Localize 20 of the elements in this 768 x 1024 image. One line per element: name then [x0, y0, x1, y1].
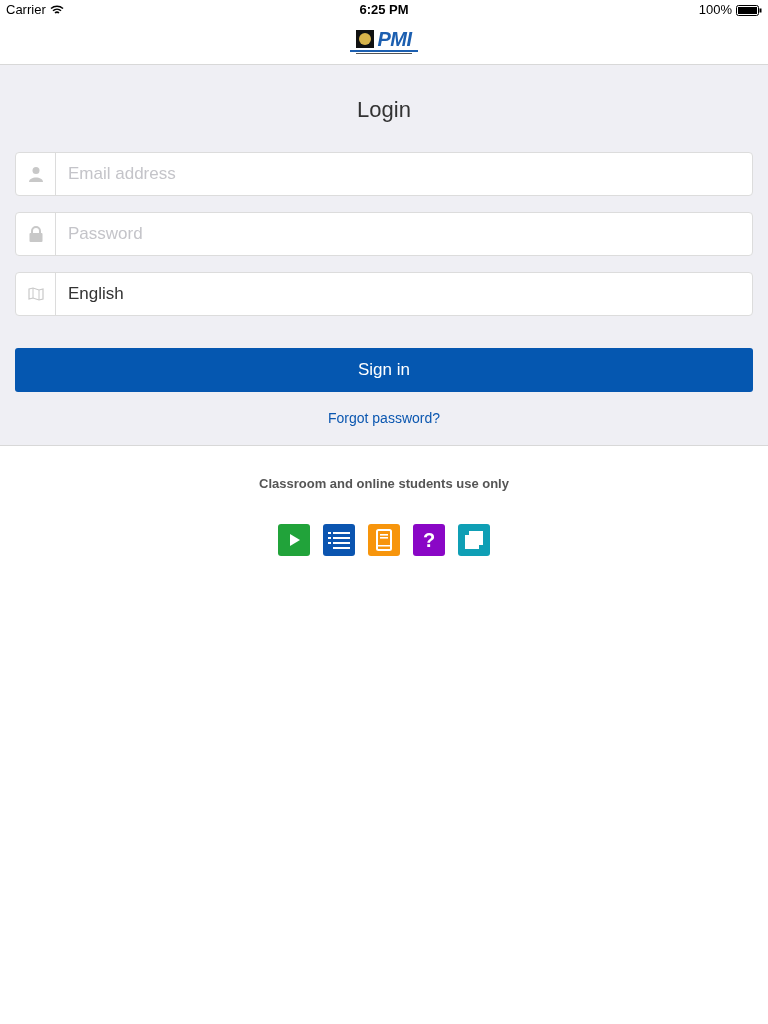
wifi-icon: [49, 5, 64, 15]
windows-icon[interactable]: [458, 523, 490, 556]
help-icon[interactable]: ?: [413, 523, 445, 556]
play-icon[interactable]: [278, 523, 310, 556]
clock: 6:25 PM: [359, 1, 409, 20]
user-icon: [28, 166, 43, 182]
carrier-label: Carrier: [6, 1, 46, 20]
list-icon[interactable]: [323, 523, 355, 556]
logo: PMI: [348, 29, 420, 55]
language-value: English: [67, 283, 125, 306]
book-icon[interactable]: [368, 523, 400, 556]
usage-note: Classroom and online students use only: [259, 475, 509, 493]
battery-icon: [736, 4, 762, 16]
language-field[interactable]: English: [15, 272, 753, 316]
map-icon: [27, 287, 44, 301]
login-title: Login: [356, 96, 412, 124]
lock-icon: [28, 226, 43, 242]
battery-label: 100%: [698, 1, 732, 20]
forgot-password-link[interactable]: Forgot password?: [327, 408, 441, 429]
sign-in-button[interactable]: Sign in: [15, 348, 753, 392]
